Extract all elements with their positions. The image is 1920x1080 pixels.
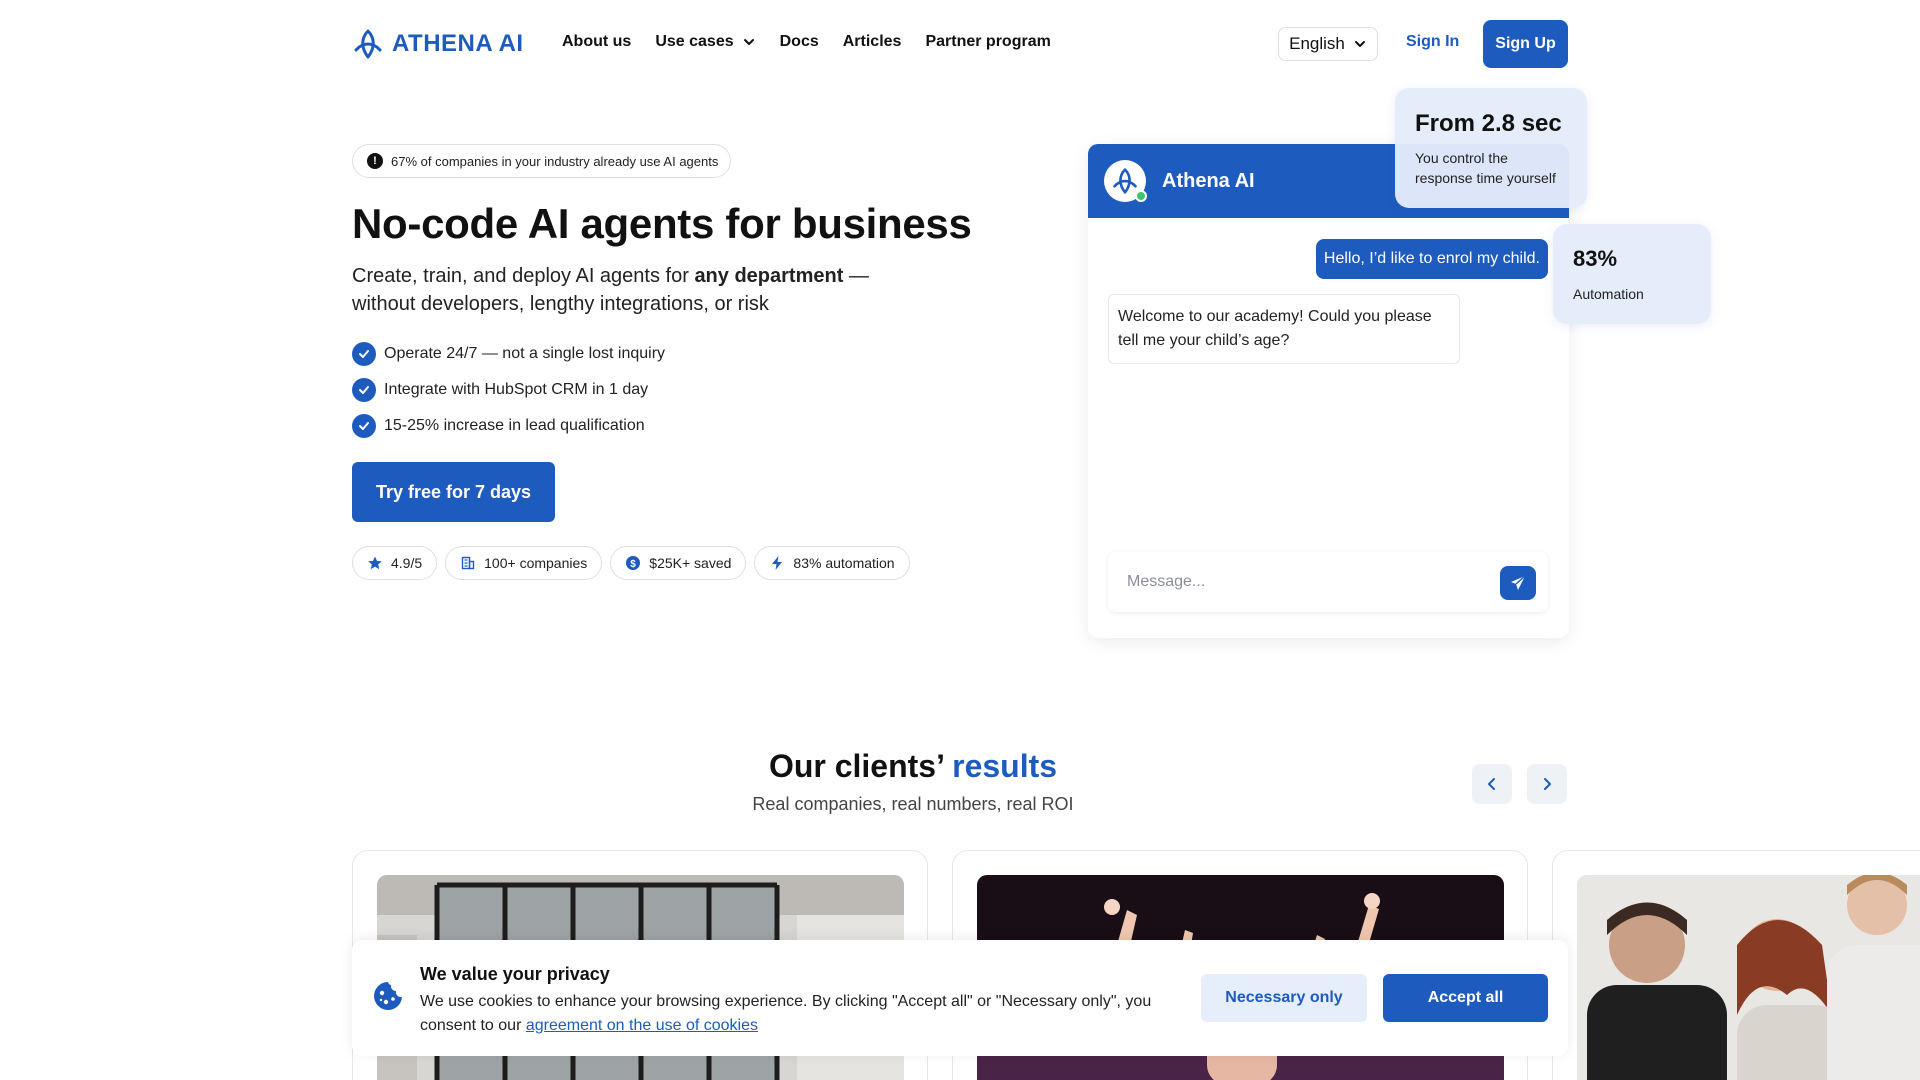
hero-subtitle: Create, train, and deploy AI agents for … (352, 262, 912, 318)
logo-icon (1113, 168, 1137, 194)
feature-list: Operate 24/7 — not a single lost inquiry… (352, 342, 665, 438)
check-icon (352, 378, 376, 402)
stat-label: 83% automation (793, 555, 895, 571)
check-icon (352, 342, 376, 366)
cookie-banner: We value your privacy We use cookies to … (352, 940, 1568, 1056)
cookie-icon (374, 982, 402, 1010)
sign-up-button[interactable]: Sign Up (1483, 20, 1568, 68)
main-nav: About us Use cases Docs Articles Partner… (562, 33, 1051, 51)
language-select[interactable]: English (1278, 27, 1378, 61)
team-photo (1577, 875, 1920, 1080)
logo[interactable]: ATHENA AI (352, 28, 524, 60)
message-placeholder: Message... (1127, 573, 1206, 590)
stat-label: 100+ companies (484, 555, 588, 571)
stats-row: 4.9/5 100+ companies $ $25K+ saved 83% a… (352, 546, 910, 580)
carousel-next-button[interactable] (1527, 764, 1567, 804)
automation-text: Automation (1573, 286, 1644, 302)
feature-text: Operate 24/7 — not a single lost inquiry (384, 345, 666, 362)
cookie-title: We value your privacy (420, 964, 610, 984)
star-icon (368, 556, 382, 570)
svg-text:$: $ (631, 559, 637, 570)
accept-all-button[interactable]: Accept all (1383, 974, 1548, 1022)
response-time-card: From 2.8 sec You control the response ti… (1395, 88, 1587, 208)
chat-title: Athena AI (1162, 169, 1255, 192)
stat-rating: 4.9/5 (352, 546, 438, 580)
building-icon (461, 556, 475, 570)
stat-companies: 100+ companies (445, 546, 603, 580)
chevron-down-icon (743, 39, 754, 45)
feature-item: Integrate with HubSpot CRM in 1 day (352, 378, 665, 402)
results-title-pre: Our clients’ (768, 748, 953, 784)
chat-avatar (1104, 160, 1147, 202)
response-time-value: From 2.8 sec (1415, 110, 1562, 137)
info-icon: ! (367, 153, 383, 169)
language-label: English (1289, 34, 1345, 53)
chevron-left-icon (1488, 778, 1495, 790)
try-free-button[interactable]: Try free for 7 days (352, 462, 555, 522)
chevron-down-icon (1354, 41, 1365, 47)
chat-widget: Athena AI Hello, I’d like to enrol my ch… (1088, 144, 1569, 638)
hero-subtitle-pre: Create, train, and deploy AI agents for (352, 265, 695, 287)
hero-subtitle-bold: any department (694, 265, 844, 287)
client-case-card[interactable] (1552, 850, 1920, 1080)
message-input[interactable]: Message... (1108, 552, 1548, 612)
stat-label: $25K+ saved (649, 555, 732, 571)
nav-partner-program[interactable]: Partner program (925, 33, 1050, 51)
badge-text: 67% of companies in your industry alread… (391, 153, 719, 169)
feature-text: 15-25% increase in lead qualification (384, 417, 645, 434)
stat-label: 4.9/5 (391, 555, 423, 571)
automation-value: 83% (1573, 246, 1618, 271)
necessary-only-button[interactable]: Necessary only (1201, 974, 1367, 1022)
nav-use-cases[interactable]: Use cases (655, 33, 755, 51)
feature-item: Operate 24/7 — not a single lost inquiry (352, 342, 665, 366)
feature-item: 15-25% increase in lead qualification (352, 414, 665, 438)
logo-icon (354, 29, 382, 59)
feature-text: Integrate with HubSpot CRM in 1 day (384, 381, 649, 398)
results-title-accent: results (952, 748, 1058, 784)
check-icon (352, 414, 376, 438)
send-icon (1511, 575, 1526, 590)
logo-text: ATHENA AI (392, 30, 524, 57)
nav-docs[interactable]: Docs (780, 33, 819, 51)
cookie-policy-link[interactable]: agreement on the use of cookies (526, 1017, 758, 1034)
carousel-prev-button[interactable] (1472, 764, 1512, 804)
response-time-text: You control the response time yourself (1415, 150, 1556, 186)
lightning-icon (772, 556, 783, 570)
sign-in-link[interactable]: Sign In (1406, 33, 1459, 51)
hero-title: No-code AI agents for business (352, 200, 972, 247)
nav-articles[interactable]: Articles (843, 33, 902, 51)
send-button[interactable] (1500, 566, 1536, 600)
automation-card: 83% Automation (1553, 224, 1711, 324)
cookie-text: We use cookies to enhance your browsing … (420, 990, 1180, 1038)
bot-message: Welcome to our academy! Could you please… (1108, 294, 1460, 364)
chevron-right-icon (1544, 778, 1551, 790)
nav-about-us[interactable]: About us (562, 33, 631, 51)
nav-use-cases-label: Use cases (655, 33, 734, 50)
user-message: Hello, I’d like to enrol my child. (1315, 239, 1548, 279)
industry-badge: ! 67% of companies in your industry alre… (352, 144, 732, 178)
dollar-icon: $ (626, 556, 641, 570)
stat-automation: 83% automation (754, 546, 910, 580)
stat-saved: $ $25K+ saved (610, 546, 747, 580)
online-indicator (1135, 190, 1147, 202)
